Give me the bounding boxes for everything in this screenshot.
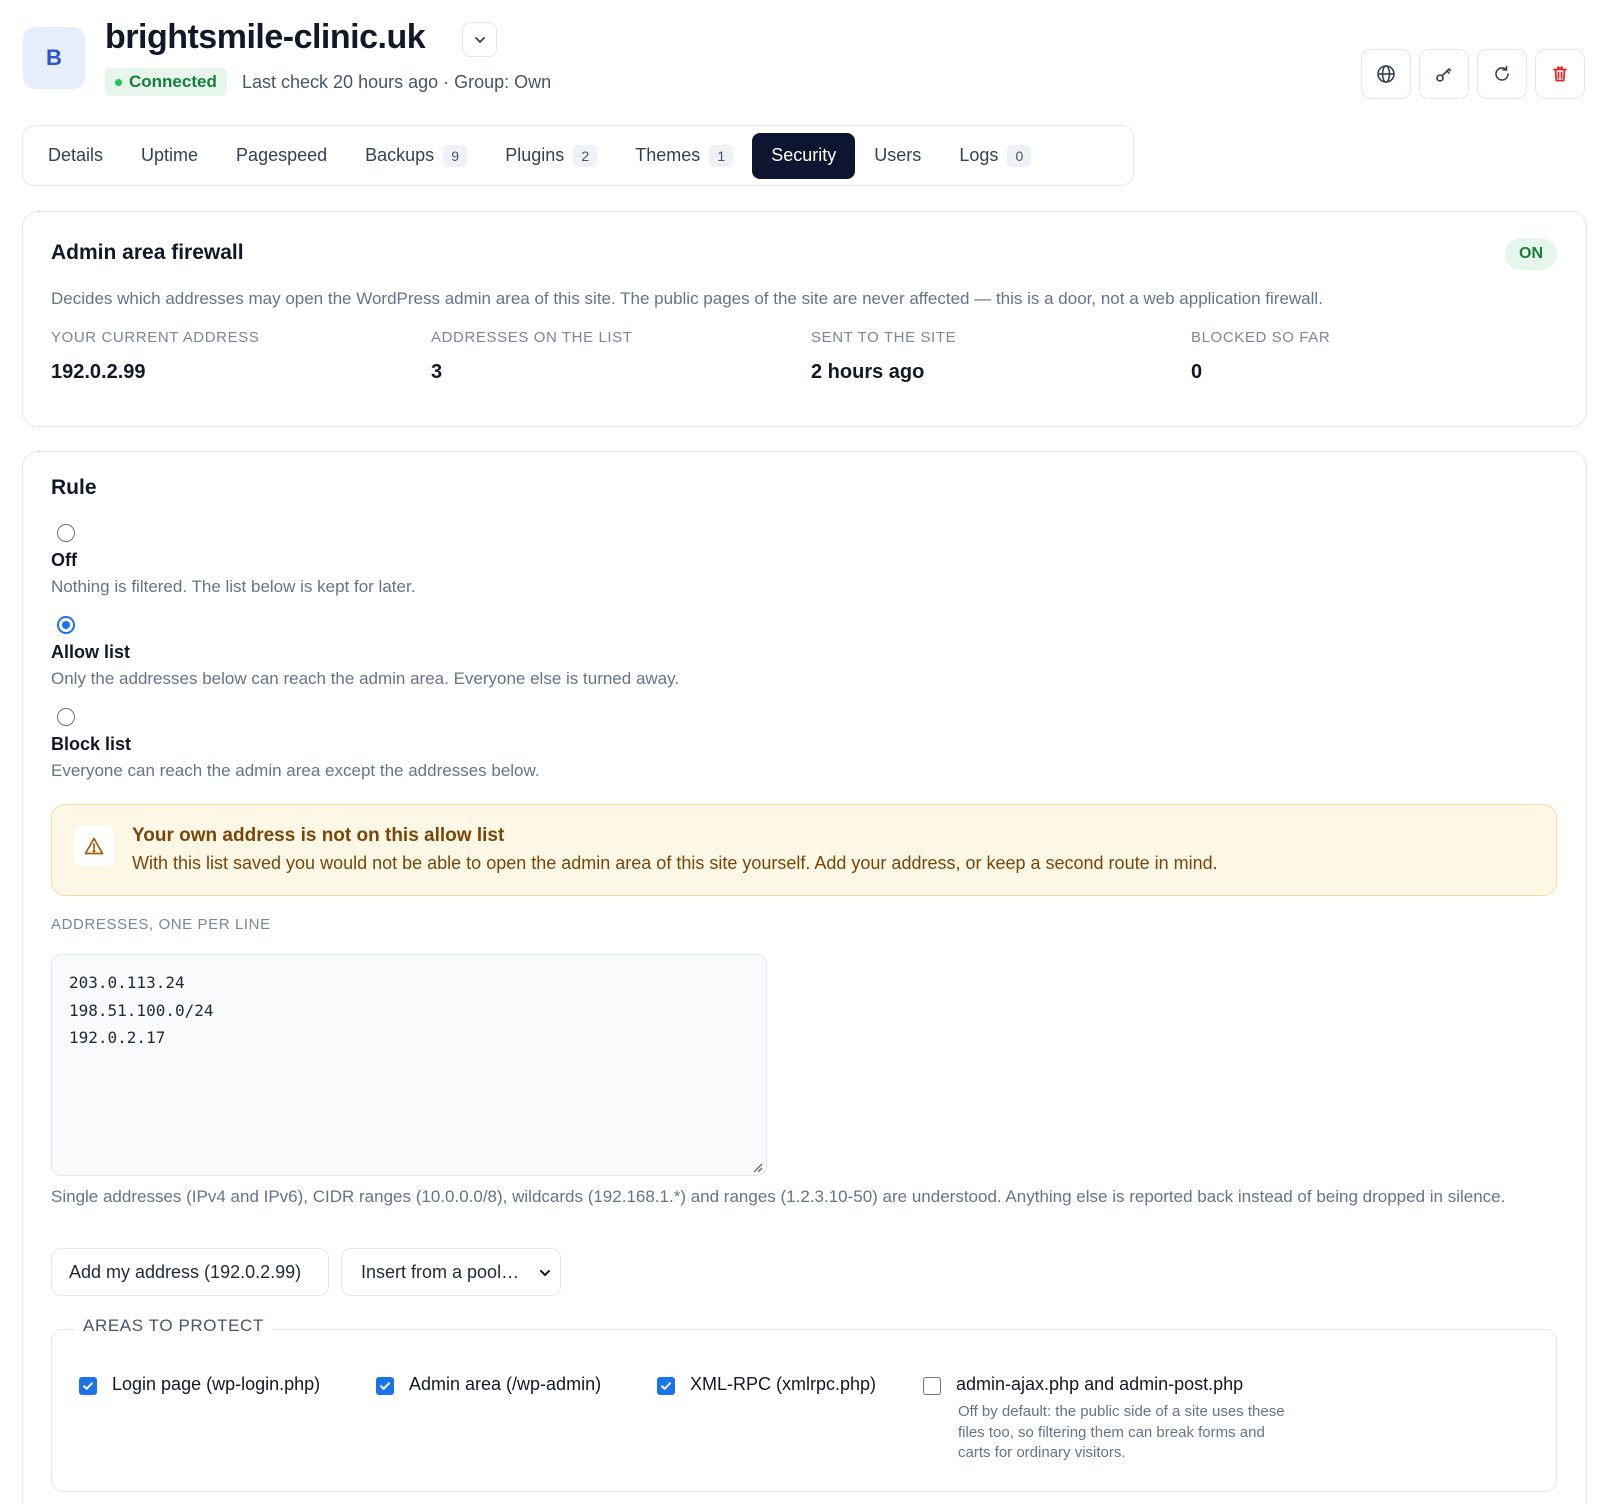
tab-uptime[interactable]: Uptime (122, 133, 217, 179)
stat-label: BLOCKED SO FAR (1191, 329, 1331, 346)
warning-title: Your own address is not on this allow li… (132, 825, 505, 846)
addresses-label: ADDRESSES, ONE PER LINE (51, 916, 271, 933)
chevron-down-icon (540, 1270, 550, 1276)
tab-label: Security (771, 145, 837, 165)
key-icon (1436, 68, 1452, 82)
own-address-warning (51, 804, 1557, 896)
firewall-description: Decides which addresses may open the Wor… (51, 289, 1323, 308)
firewall-state-badge: ON (1505, 238, 1557, 270)
globe-icon (1377, 65, 1395, 83)
check-icon (380, 1382, 390, 1390)
stat-value: 2 hours ago (811, 361, 925, 383)
tab-count-badge: 0 (1007, 144, 1032, 167)
radio-block-list[interactable] (57, 708, 75, 726)
tab-users[interactable]: Users (855, 133, 940, 179)
tab-label: Backups (365, 145, 435, 165)
delete-site-button[interactable] (1535, 49, 1585, 99)
addresses-help-text: Single addresses (IPv4 and IPv6), CIDR r… (51, 1187, 1506, 1206)
option-label-allow-list: Allow list (51, 642, 131, 662)
tab-label: Users (874, 145, 922, 165)
resize-grip-icon[interactable] (752, 1162, 763, 1173)
stat-value: 3 (431, 361, 443, 383)
tab-security[interactable]: Security (752, 132, 856, 179)
site-switcher-button[interactable] (462, 22, 497, 57)
option-label-off: Off (51, 550, 77, 570)
check-icon (661, 1382, 671, 1390)
addresses-textarea[interactable] (51, 954, 767, 1176)
stat-value: 192.0.2.99 (51, 361, 146, 383)
site-title: brightsmile-clinic.uk (105, 18, 426, 56)
tab-label: Logs (959, 145, 999, 165)
tab-label: Themes (635, 145, 701, 165)
site-avatar: B (23, 27, 85, 89)
radio-off[interactable] (57, 524, 75, 542)
status-dot-icon (115, 78, 122, 86)
firewall-title: Admin area firewall (51, 241, 244, 264)
tab-count-badge: 2 (573, 144, 598, 167)
pool-select-value: Insert from a pool… (361, 1261, 520, 1282)
areas-legend: AREAS TO PROTECT (75, 1316, 272, 1336)
firewall-card (22, 211, 1587, 427)
tab-count-badge: 9 (443, 144, 468, 167)
tab-bar: Details Uptime Pagespeed Backups 9 Plugin… (22, 125, 1134, 186)
refresh-button[interactable] (1477, 49, 1527, 99)
tab-backups[interactable]: Backups 9 (346, 133, 486, 179)
checkbox-xml-rpc[interactable] (657, 1377, 675, 1395)
tab-label: Uptime (141, 145, 199, 165)
rule-title: Rule (51, 476, 97, 499)
tab-pagespeed[interactable]: Pagespeed (217, 133, 346, 179)
login-key-button[interactable] (1419, 49, 1469, 99)
add-my-address-button[interactable]: Add my address (192.0.2.99) (51, 1248, 329, 1296)
option-description-block-list: Everyone can reach the admin area except… (51, 761, 540, 780)
areas-to-protect-group (51, 1329, 1557, 1492)
tab-count-badge: 1 (709, 144, 734, 167)
trash-icon (1553, 66, 1567, 82)
option-label-block-list: Block list (51, 734, 132, 754)
checkbox-admin-area[interactable] (376, 1377, 394, 1395)
insert-from-pool-select[interactable]: Insert from a pool… (341, 1248, 561, 1296)
stat-label: YOUR CURRENT ADDRESS (51, 329, 260, 346)
warning-icon-box (74, 826, 114, 866)
radio-allow-list[interactable] (57, 616, 75, 634)
tab-label: Pagespeed (236, 145, 328, 165)
tab-logs[interactable]: Logs 0 (940, 133, 1050, 179)
area-label-admin-ajax: admin-ajax.php and admin-post.php (956, 1374, 1244, 1394)
tab-details[interactable]: Details (29, 133, 122, 179)
tab-label: Plugins (505, 145, 565, 165)
option-description-allow-list: Only the addresses below can reach the a… (51, 669, 680, 688)
status-label: Connected (129, 72, 217, 91)
checkbox-login-page[interactable] (79, 1377, 97, 1395)
tab-plugins[interactable]: Plugins 2 (486, 133, 616, 179)
stat-value: 0 (1191, 361, 1203, 383)
area-label-xml-rpc: XML-RPC (xmlrpc.php) (690, 1374, 877, 1394)
open-site-button[interactable] (1361, 49, 1411, 99)
area-label-admin-area: Admin area (/wp-admin) (409, 1374, 602, 1394)
option-description-off: Nothing is filtered. The list below is k… (51, 577, 416, 596)
warning-text: With this list saved you would not be ab… (132, 853, 1218, 873)
last-check-meta: Last check 20 hours ago · Group: Own (242, 72, 552, 92)
warning-icon (84, 837, 104, 855)
checkbox-admin-ajax[interactable] (923, 1377, 941, 1395)
status-badge: Connected (105, 68, 227, 96)
tab-themes[interactable]: Themes 1 (616, 133, 752, 179)
stat-label: ADDRESSES ON THE LIST (431, 329, 633, 346)
stat-label: SENT TO THE SITE (811, 329, 957, 346)
chevron-down-icon (474, 36, 485, 43)
check-icon (83, 1382, 93, 1390)
area-label-login-page: Login page (wp-login.php) (112, 1374, 321, 1394)
admin-ajax-note: Off by default: the public side of a sit… (958, 1403, 1285, 1461)
refresh-icon (1495, 65, 1509, 81)
tab-label: Details (48, 145, 104, 165)
